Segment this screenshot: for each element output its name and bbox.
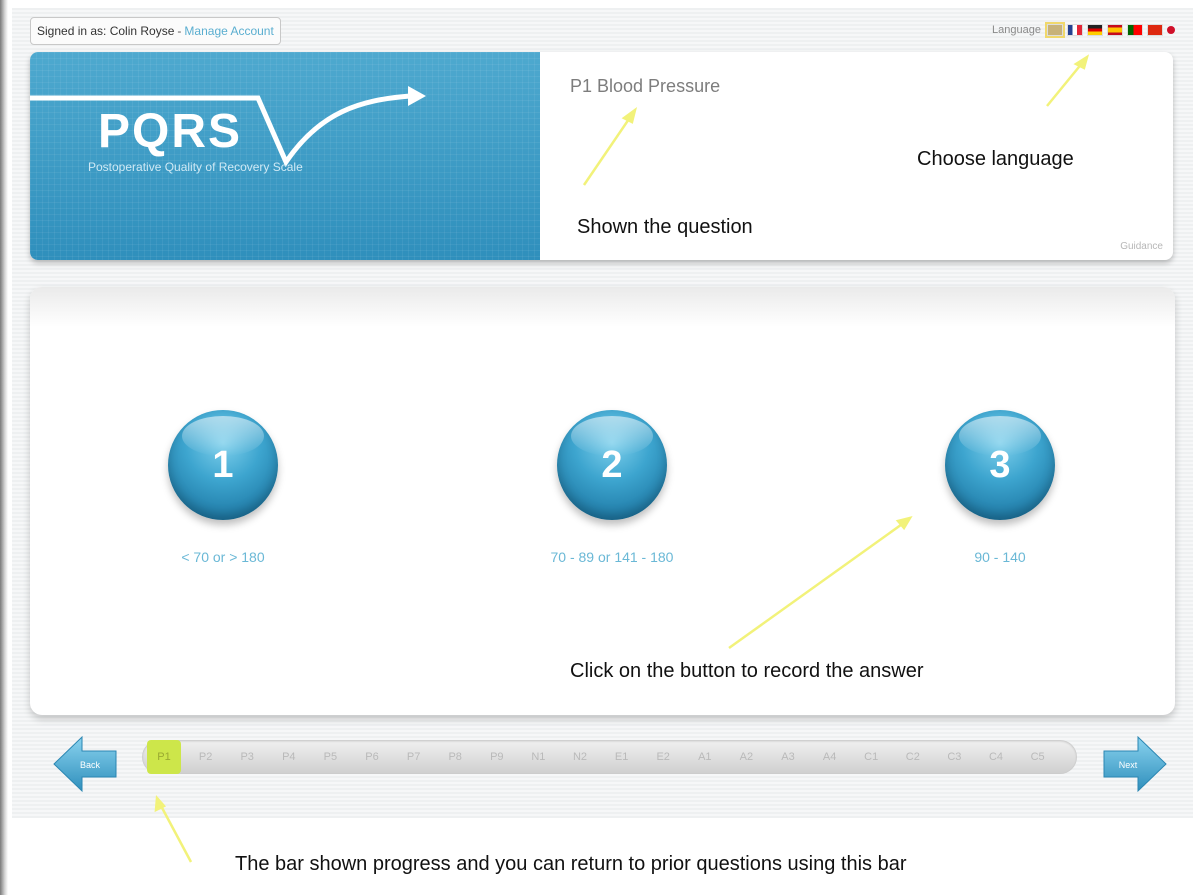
- question-annotation-arrowhead: [621, 106, 638, 124]
- answer-annotation-arrow: [728, 520, 906, 650]
- progress-annotation-arrow: [158, 803, 193, 863]
- annotation-answer: Click on the button to record the answer: [570, 660, 924, 682]
- annotation-progress: The bar shown progress and you can retur…: [235, 853, 907, 875]
- annotation-question: Shown the question: [577, 216, 753, 238]
- answer-3-number: 3: [989, 443, 1011, 486]
- answer-2-number: 2: [601, 443, 623, 486]
- annotation-language: Choose language: [917, 148, 1074, 170]
- annotation-arrows: [154, 54, 1090, 863]
- language-annotation-arrowhead: [1073, 54, 1090, 70]
- language-annotation-arrow: [1046, 61, 1084, 107]
- answer-1-number: 1: [212, 443, 234, 486]
- question-annotation-arrow: [582, 115, 633, 186]
